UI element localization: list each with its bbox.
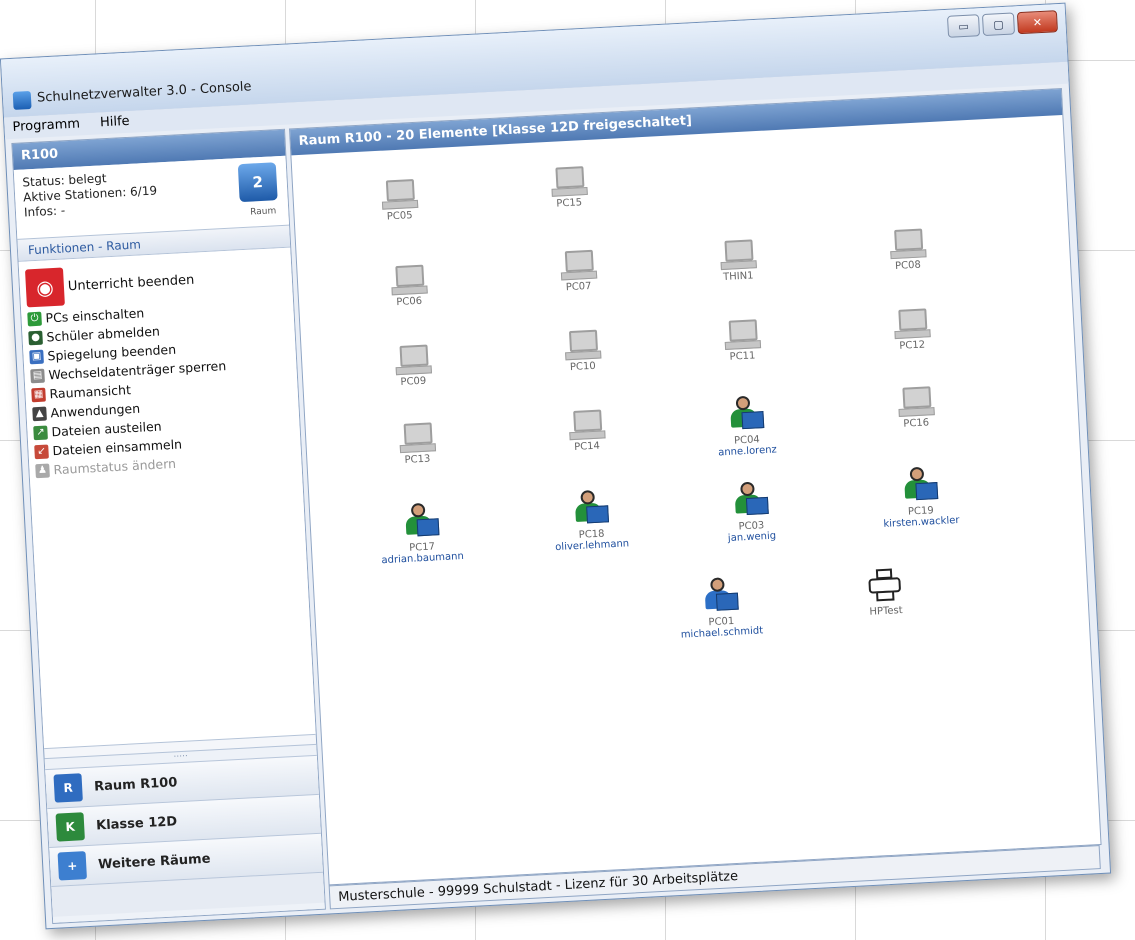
logged-in-user-icon — [701, 577, 739, 615]
logged-in-user-icon — [727, 395, 765, 433]
station-pc03[interactable]: PC03 jan.wenig — [699, 479, 802, 545]
applications-icon: ▲ — [32, 406, 47, 421]
printer-icon — [866, 568, 904, 604]
station-name: PC12 — [899, 339, 926, 352]
room-view-panel: Raum R100 - 20 Elemente [Klasse 12D frei… — [288, 87, 1102, 886]
station-name: PC11 — [729, 350, 756, 363]
computer-icon — [399, 422, 437, 454]
logged-in-user-icon — [571, 489, 610, 527]
maximize-button[interactable]: ▢ — [981, 12, 1016, 37]
nav-label: Klasse 12D — [95, 813, 178, 834]
station-pc08[interactable]: PC08 — [856, 227, 958, 274]
station-name: HPTest — [869, 605, 903, 618]
mirror-stop-icon: ▣ — [29, 349, 44, 364]
room-icon-label: Raum — [250, 206, 277, 218]
station-pc18[interactable]: PC18 oliver.lehmann — [539, 488, 642, 554]
function-label: Raumansicht — [49, 382, 132, 402]
logged-in-user-icon — [402, 502, 440, 540]
station-pc19[interactable]: PC19 kirsten.wackler — [869, 464, 972, 530]
nav-label: Raum R100 — [93, 774, 178, 795]
left-panel: R100 Status: belegt Aktive Stationen: 6/… — [11, 128, 326, 924]
station-pc14[interactable]: PC14 — [535, 408, 637, 455]
station-name: PC07 — [565, 280, 592, 294]
window-title: Schulnetzverwalter 3.0 - Console — [36, 79, 252, 106]
station-name: PC13 — [404, 453, 431, 466]
window-controls: ▭ ▢ ✕ — [946, 10, 1058, 38]
functions-list: ◉ Unterricht beenden ⏻ PCs einschalten ●… — [18, 247, 316, 750]
usb-lock-icon: ▤ — [30, 368, 45, 383]
app-window: Schulnetzverwalter 3.0 - Console ▭ ▢ ✕ P… — [0, 2, 1112, 930]
station-name: PC10 — [569, 360, 596, 374]
station-pc17[interactable]: PC17 adrian.baumann — [370, 501, 473, 567]
station-pc11[interactable]: PC11 — [691, 317, 793, 364]
logged-in-user-icon — [901, 466, 939, 504]
station-name: THIN1 — [722, 270, 754, 283]
computer-icon — [550, 166, 588, 197]
computer-icon — [564, 329, 602, 361]
computer-icon — [568, 409, 606, 441]
logout-user-icon: ● — [28, 330, 43, 345]
station-pc15[interactable]: PC15 — [517, 164, 619, 211]
navigation-pane: ····· R Raum R100 K Klasse 12D + Weitere… — [44, 743, 325, 923]
station-name: PC14 — [573, 440, 601, 453]
computer-icon — [560, 249, 598, 281]
station-pc07[interactable]: PC07 — [527, 248, 629, 295]
logged-in-user-icon — [731, 481, 769, 519]
station-name: PC09 — [400, 375, 427, 388]
computer-icon — [390, 264, 428, 296]
distribute-files-icon: ↗ — [33, 425, 48, 440]
power-on-icon: ⏻ — [27, 311, 42, 326]
class-icon: K — [55, 812, 85, 842]
station-pc04[interactable]: PC04 anne.lorenz — [695, 393, 798, 459]
station-pc09[interactable]: PC09 — [362, 343, 464, 390]
station-hptest[interactable]: HPTest — [834, 566, 936, 619]
computer-icon — [381, 179, 419, 210]
station-name: PC08 — [894, 259, 922, 272]
computer-icon — [897, 386, 935, 417]
menu-hilfe[interactable]: Hilfe — [92, 110, 138, 131]
room-info: Status: belegt Aktive Stationen: 6/19 In… — [13, 155, 290, 240]
station-pc06[interactable]: PC06 — [357, 263, 459, 310]
station-pc01[interactable]: PC01 michael.schmidt — [669, 575, 772, 641]
computer-icon — [889, 228, 927, 260]
close-button[interactable]: ✕ — [1016, 10, 1058, 35]
menu-programm[interactable]: Programm — [4, 113, 88, 135]
room-status-icon: ♟ — [35, 462, 50, 478]
station-pc05[interactable]: PC05 — [348, 177, 450, 224]
station-pc16[interactable]: PC16 — [864, 384, 966, 431]
minimize-button[interactable]: ▭ — [946, 14, 981, 38]
room-icon: R — [53, 773, 83, 803]
computer-icon — [893, 308, 931, 340]
room-view-icon: ▦ — [31, 387, 46, 402]
function-label: Raumstatus ändern — [53, 455, 177, 478]
computer-icon — [395, 344, 432, 376]
room-status-badge-icon[interactable]: 2 — [237, 162, 278, 203]
station-name: PC16 — [903, 417, 930, 430]
more-rooms-icon: + — [57, 851, 87, 881]
station-pc12[interactable]: PC12 — [860, 307, 962, 354]
stop-lesson-icon: ◉ — [24, 267, 65, 308]
station-pc10[interactable]: PC10 — [531, 328, 633, 375]
function-label: Unterricht beenden — [67, 272, 195, 294]
station-name: PC05 — [386, 210, 413, 223]
station-name: PC15 — [556, 197, 583, 210]
station-thin1[interactable]: THIN1 — [687, 238, 789, 285]
collect-files-icon: ↙ — [34, 444, 49, 459]
station-pc13[interactable]: PC13 — [366, 421, 468, 468]
computer-icon — [719, 239, 757, 271]
computer-icon — [724, 319, 762, 350]
nav-label: Weitere Räume — [97, 851, 211, 872]
app-icon — [12, 90, 32, 110]
station-name: PC06 — [396, 295, 423, 309]
